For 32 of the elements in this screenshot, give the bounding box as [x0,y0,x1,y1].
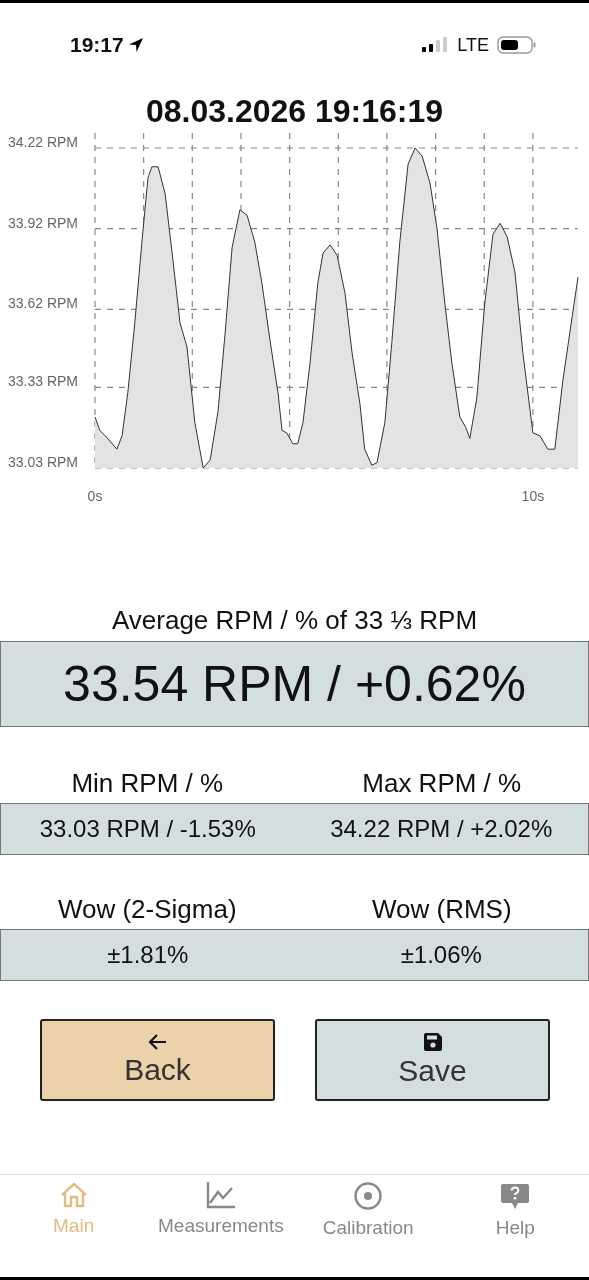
tab[interactable]: Help [441,1181,589,1239]
stat-label: Wow (2-Sigma) [57,894,237,924]
y-axis-label: 34.22 RPM [8,134,79,150]
help-icon [500,1181,531,1211]
battery-icon [497,36,537,54]
stat-label: Wow (RMS) [371,894,512,924]
y-axis-label: 33.62 RPM [8,295,79,312]
tab[interactable]: Measurements [147,1181,295,1239]
timestamp-title: 08.03.2026 19:16:19 [144,92,445,131]
target-icon [353,1181,384,1211]
line-chart-icon [205,1181,236,1209]
average-value: 33.54 RPM / +0.62% [0,641,589,727]
y-axis-label: 33.33 RPM [8,373,79,390]
stat-label: Max RPM / % [362,768,522,798]
tab[interactable]: Calibration [294,1181,442,1239]
stat-value: ±1.81% [107,941,189,968]
y-axis-label: 33.03 RPM [8,454,79,470]
x-axis-label: 10s [521,488,545,504]
location-arrow-icon [127,37,144,53]
stat-value: ±1.06% [400,941,482,968]
y-axis-label: 33.92 RPM [8,214,79,231]
back-button[interactable]: Back [40,1019,275,1101]
stat-value: 34.22 RPM / +2.02% [330,815,553,842]
signal-icon [421,37,450,53]
save-button[interactable]: Save [315,1019,550,1101]
x-axis-label: 0s [87,488,103,504]
left-arrow-icon [147,1033,168,1051]
network-type: LTE [457,34,489,56]
average-label: Average RPM / % of 33 ⅓ RPM [110,605,479,635]
stat-label: Min RPM / % [71,768,224,798]
status-time: 19:17 [70,33,124,57]
stat-value: 33.03 RPM / -1.53% [39,815,256,842]
